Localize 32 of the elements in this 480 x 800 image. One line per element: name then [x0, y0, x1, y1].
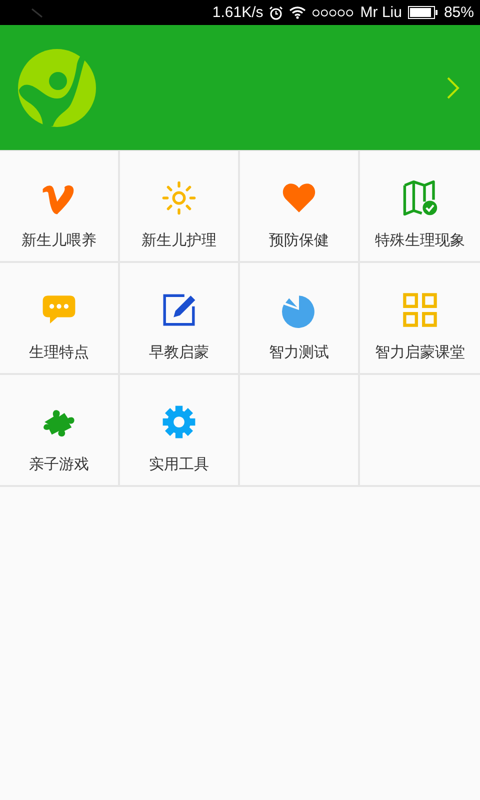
- tile-label: 智力测试: [269, 343, 329, 362]
- menu-tile[interactable]: 预防保健: [240, 151, 360, 263]
- tile-label: 实用工具: [149, 455, 209, 474]
- tile-label: 新生儿喂养: [22, 231, 96, 250]
- gear-icon: [161, 404, 197, 440]
- menu-tile[interactable]: 新生儿护理: [120, 151, 240, 263]
- carrier-name: Mr Liu: [360, 4, 402, 21]
- menu-tile[interactable]: 早教启蒙: [120, 263, 240, 375]
- tile-label: 亲子游戏: [29, 455, 89, 474]
- signal-icon: [312, 8, 354, 16]
- chevron-right-icon[interactable]: [446, 76, 460, 100]
- wifi-icon: [289, 6, 306, 19]
- edit-icon: [161, 292, 197, 328]
- battery-percent: 85%: [444, 4, 474, 21]
- alarm-icon: [269, 6, 284, 20]
- tile-label: 生理特点: [29, 343, 89, 362]
- grid-icon: [402, 292, 438, 328]
- notification-icon: [30, 8, 44, 18]
- menu-tile[interactable]: 生理特点: [0, 263, 120, 375]
- battery-icon: [408, 6, 438, 19]
- menu-tile[interactable]: 实用工具: [120, 375, 240, 487]
- menu-tile[interactable]: 智力测试: [240, 263, 360, 375]
- menu-tile[interactable]: 亲子游戏: [0, 375, 120, 487]
- tile-label: 早教启蒙: [149, 343, 209, 362]
- network-speed: 1.61K/s: [212, 4, 264, 21]
- tile-label: 智力启蒙课堂: [375, 343, 465, 362]
- map-check-icon: [402, 180, 438, 216]
- tile-label: 预防保健: [269, 231, 329, 250]
- menu-tile[interactable]: 新生儿喂养: [0, 151, 120, 263]
- sun-icon: [161, 180, 197, 216]
- tile-label: 新生儿护理: [142, 231, 216, 250]
- tile-label: 特殊生理现象: [375, 231, 465, 250]
